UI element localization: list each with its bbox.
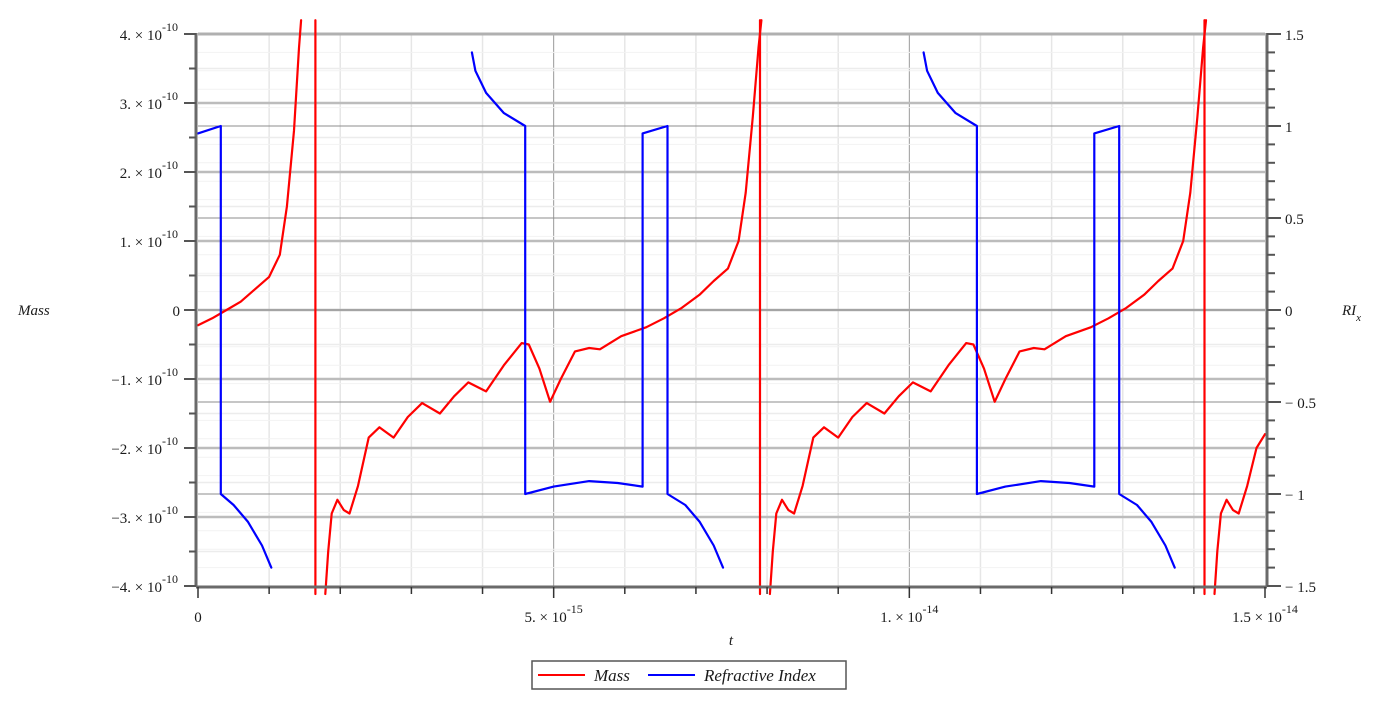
grid (198, 32, 1265, 586)
x-tick-label: 5. × 10-15 (525, 602, 583, 626)
x-axis-title: t (729, 633, 734, 649)
y-axis-title: Mass (17, 303, 50, 319)
y-tick-label: −3. × 10-10 (111, 503, 178, 527)
legend: Mass Refractive Index (531, 660, 847, 690)
y2-tick-label: 0 (1285, 304, 1293, 320)
y-tick-label: 2. × 10-10 (120, 158, 178, 182)
y2-tick-label: − 1 (1285, 488, 1305, 504)
y-tick-label: −2. × 10-10 (111, 434, 178, 458)
x-tick-label: 1. × 10-14 (880, 602, 938, 626)
y-tick-label: 1. × 10-10 (120, 227, 178, 251)
y2-tick-label: 1 (1285, 120, 1293, 136)
y-tick-label: 4. × 10-10 (120, 20, 178, 44)
y2-tick-label: − 0.5 (1285, 396, 1316, 412)
y2-tick-label: 0.5 (1285, 212, 1304, 228)
legend-label-mass: Mass (593, 666, 630, 685)
y2-tick-label: 1.5 (1285, 28, 1304, 44)
y-tick-label: −1. × 10-10 (111, 365, 178, 389)
chart: 4. × 10-10 3. × 10-10 2. × 10-10 1. × 10-10… (17, 19, 1361, 690)
y-tick-label: 3. × 10-10 (120, 89, 178, 113)
y-tick-label: −4. × 10-10 (111, 572, 178, 596)
x-tick-label: 0 (194, 610, 202, 626)
y2-axis-title: RIx (1341, 303, 1361, 324)
legend-label-refractive-index: Refractive Index (703, 666, 816, 685)
x-tick-label: 1.5 × 10-14 (1232, 602, 1298, 626)
y-tick-label: 0 (173, 304, 181, 320)
y2-tick-label: − 1.5 (1285, 580, 1316, 596)
